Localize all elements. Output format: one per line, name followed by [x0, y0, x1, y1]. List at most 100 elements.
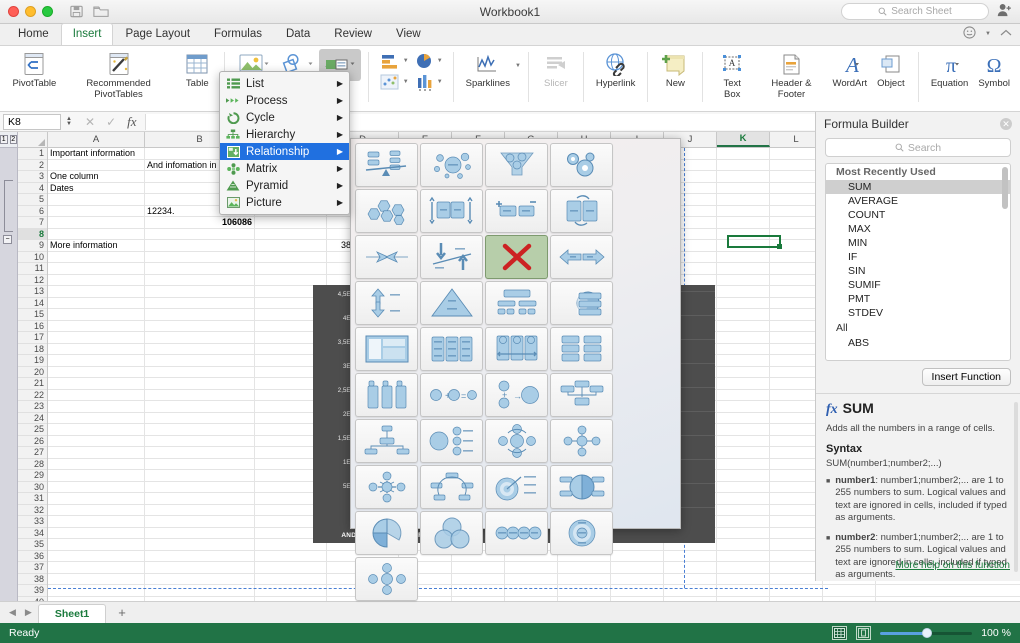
smartart-thumbnail-arch-cycle[interactable] [420, 465, 483, 509]
feedback-chevron-down-icon[interactable]: ▼ [985, 31, 991, 37]
smartart-thumbnail-converging-arrows[interactable] [355, 235, 418, 279]
ribbon-button-symbol[interactable]: Ω Symbol [973, 49, 1015, 92]
cell-F38[interactable] [452, 573, 505, 584]
smartart-thumbnail-gear[interactable] [550, 143, 613, 187]
row-header-27[interactable]: 27 [18, 447, 47, 459]
outline-level-buttons[interactable]: 1 2 [0, 132, 17, 148]
ribbon-button-slicer[interactable]: Slicer [536, 49, 576, 92]
function-list-scrollbar[interactable] [1002, 167, 1008, 209]
smartart-thumbnail-circle-columns[interactable] [485, 327, 548, 371]
row-header-25[interactable]: 25 [18, 424, 47, 436]
row-headers[interactable]: 1 2 3 4 5 6 7 8 9 10 11 12 13 14 15 16 17 18 19 20 21 22 23 24 2… [18, 148, 48, 601]
cell-B28[interactable] [145, 458, 255, 469]
smartart-thumbnail-nested-panel[interactable] [355, 327, 418, 371]
cell-B39[interactable] [145, 585, 255, 596]
cell-A20[interactable] [48, 366, 145, 377]
row-header-38[interactable]: 38 [18, 573, 47, 585]
cell-F39[interactable] [452, 585, 505, 596]
cell-C40[interactable] [255, 596, 327, 601]
function-item-average[interactable]: AVERAGE [826, 194, 1010, 208]
cell-A33[interactable] [48, 516, 145, 527]
cell-B10[interactable] [145, 251, 255, 262]
cell-A10[interactable] [48, 251, 145, 262]
cell-A2[interactable] [48, 159, 145, 170]
row-header-10[interactable]: 10 [18, 251, 47, 263]
ribbon-tab-data[interactable]: Data [274, 23, 322, 45]
row-header-17[interactable]: 17 [18, 332, 47, 344]
cell-A12[interactable] [48, 274, 145, 285]
cell-K1[interactable] [717, 148, 770, 159]
ribbon-button-wordart[interactable]: A WordArt [829, 49, 871, 92]
chart-type-buttons[interactable]: ▼ ▼ [376, 49, 412, 92]
smartart-thumbnail-grouped-boxes[interactable] [485, 281, 548, 325]
row-header-36[interactable]: 36 [18, 550, 47, 562]
smartart-thumbnail-split-semicircle[interactable] [550, 465, 613, 509]
quick-access-toolbar[interactable] [69, 4, 109, 19]
cell-K16[interactable] [717, 320, 770, 331]
row-header-1[interactable]: 1 [18, 148, 47, 160]
ribbon-button-new-comment[interactable]: New [655, 49, 695, 92]
smartart-menu-item-process[interactable]: Process ▶ [220, 92, 349, 109]
cell-B20[interactable] [145, 366, 255, 377]
cell-H39[interactable] [558, 585, 611, 596]
ribbon-button-table[interactable]: Table [177, 49, 217, 92]
smartart-thumbnail-equation[interactable]: + = [420, 373, 483, 417]
cell-H38[interactable] [558, 573, 611, 584]
zoom-slider[interactable] [880, 627, 973, 638]
cell-K26[interactable] [717, 435, 770, 446]
row-header-9[interactable]: 9 [18, 240, 47, 252]
ribbon-tab-home[interactable]: Home [6, 23, 61, 45]
row-header-23[interactable]: 23 [18, 401, 47, 413]
smartart-menu-item-picture[interactable]: Picture ▶ [220, 194, 349, 211]
cell-J36[interactable] [664, 550, 717, 561]
cell-K8[interactable] [717, 228, 770, 239]
cell-K17[interactable] [717, 332, 770, 343]
cell-F40[interactable] [452, 596, 505, 601]
ribbon-button-header-footer[interactable]: Header & Footer [754, 49, 829, 102]
row-header-33[interactable]: 33 [18, 516, 47, 528]
cell-A29[interactable] [48, 470, 145, 481]
cell-K34[interactable] [717, 527, 770, 538]
ribbon-tab-bar[interactable]: Home Insert Page Layout Formulas Data Re… [0, 23, 1020, 46]
zoom-slider-knob[interactable] [921, 627, 932, 638]
search-sheet-input[interactable]: Search Sheet [841, 3, 989, 20]
row-header-22[interactable]: 22 [18, 389, 47, 401]
cell-J40[interactable] [664, 596, 717, 601]
cell-K30[interactable] [717, 481, 770, 492]
cell-K36[interactable] [717, 550, 770, 561]
cell-B29[interactable] [145, 470, 255, 481]
smartart-menu-item-cycle[interactable]: Cycle ▶ [220, 109, 349, 126]
smartart-thumbnail-radial-cluster[interactable] [420, 143, 483, 187]
sparklines-chevron-down-icon[interactable]: ▼ [515, 63, 521, 69]
cell-K18[interactable] [717, 343, 770, 354]
previous-sheet-icon[interactable]: ◀ [6, 607, 19, 618]
smartart-thumbnail-reverse-arrows[interactable] [550, 189, 613, 233]
outline-collapse-button[interactable]: − [3, 232, 12, 244]
cell-K10[interactable] [717, 251, 770, 262]
smartart-thumbnail-cross-radial[interactable] [550, 419, 613, 463]
outline-pane[interactable]: 1 2 − [0, 132, 18, 601]
row-header-31[interactable]: 31 [18, 493, 47, 505]
smartart-thumbnail-plus-minus[interactable] [485, 189, 548, 233]
cell-B25[interactable] [145, 424, 255, 435]
row-header-13[interactable]: 13 [18, 286, 47, 298]
cell-C39[interactable] [255, 585, 327, 596]
function-item-sin[interactable]: SIN [826, 264, 1010, 278]
smartart-thumbnail-sum-circles[interactable]: + → [485, 373, 548, 417]
cell-K38[interactable] [717, 573, 770, 584]
row-header-2[interactable]: 2 [18, 159, 47, 171]
window-controls[interactable] [8, 6, 53, 17]
ribbon-button-sparklines[interactable]: Sparklines [461, 49, 515, 92]
cell-B22[interactable] [145, 389, 255, 400]
smartart-thumbnail-hexagon-cluster[interactable] [355, 189, 418, 233]
cell-A13[interactable] [48, 286, 145, 297]
page-layout-view-button[interactable] [856, 626, 872, 640]
sheet-tab-sheet1[interactable]: Sheet1 [37, 603, 107, 623]
row-header-19[interactable]: 19 [18, 355, 47, 367]
cell-B38[interactable] [145, 573, 255, 584]
cell-K19[interactable] [717, 355, 770, 366]
row-header-21[interactable]: 21 [18, 378, 47, 390]
cell-K25[interactable] [717, 424, 770, 435]
cell-B27[interactable] [145, 447, 255, 458]
cell-J37[interactable] [664, 562, 717, 573]
